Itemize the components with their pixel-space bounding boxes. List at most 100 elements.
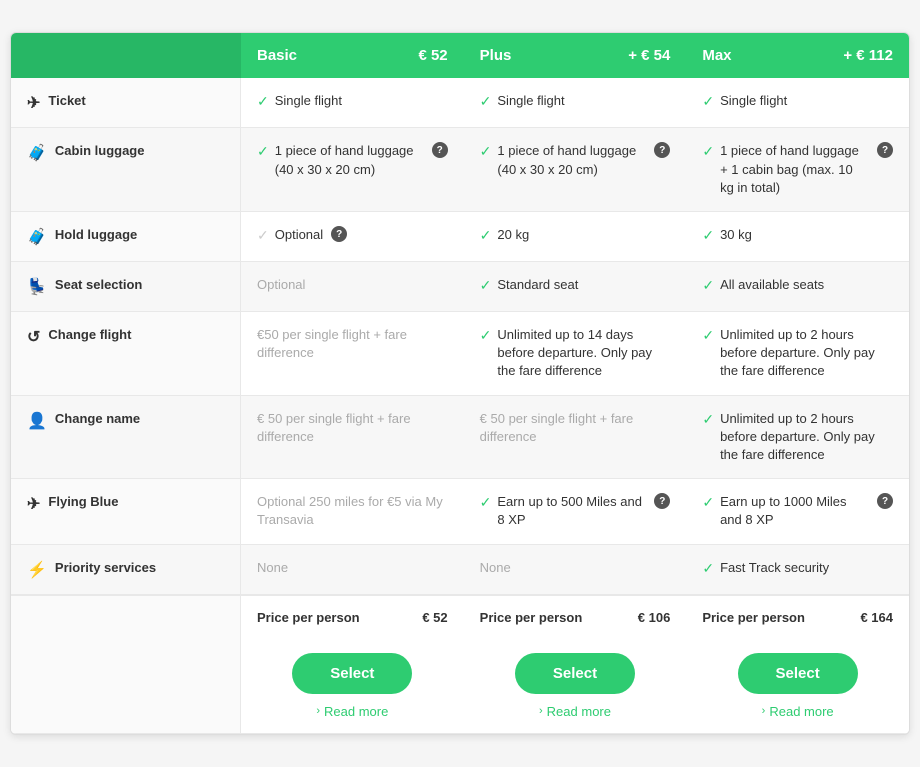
check-icon: ✓ [480, 227, 492, 244]
price-grid: Price per person € 52 Price per person €… [11, 595, 909, 639]
cell-text: Earn up to 1000 Miles and 8 XP [720, 493, 869, 529]
cabin-luggage-max-cell: ✓1 piece of hand luggage + 1 cabin bag (… [686, 128, 909, 212]
cell-text: Optional [275, 226, 323, 244]
muted-text: €50 per single flight + fare difference [257, 326, 448, 362]
check-icon: ✓ [257, 227, 269, 244]
info-icon[interactable]: ? [877, 493, 893, 509]
info-icon[interactable]: ? [654, 493, 670, 509]
cell-text: Earn up to 500 Miles and 8 XP [497, 493, 646, 529]
seat-selection-icon: 💺 [27, 277, 47, 297]
cell-text: Standard seat [497, 276, 578, 294]
feature-label-priority-services: ⚡ Priority services [11, 545, 241, 595]
cell-text: 1 piece of hand luggage (40 x 30 x 20 cm… [497, 142, 646, 178]
none-text: None [480, 559, 511, 577]
basic-label: Basic [257, 47, 297, 64]
check-icon: ✓ [480, 277, 492, 294]
cell-text: Unlimited up to 2 hours before departure… [720, 326, 893, 381]
check-icon: ✓ [702, 327, 714, 344]
price-label-basic: Price per person [257, 610, 360, 625]
check-icon: ✓ [702, 277, 714, 294]
rows-container: ✈Ticket✓Single flight✓Single flight✓Sing… [11, 78, 909, 594]
read-more-basic-link[interactable]: › Read more [316, 704, 388, 719]
change-flight-icon: ↺ [27, 327, 40, 347]
flying-blue-plus-cell: ✓ Earn up to 500 Miles and 8 XP? [464, 479, 687, 544]
button-grid: Select › Read more Select › Read more Se… [11, 639, 909, 734]
check-icon: ✓ [702, 494, 714, 511]
hold-luggage-icon: 🧳 [27, 227, 47, 247]
flying-blue-max-cell: ✓ Earn up to 1000 Miles and 8 XP? [686, 479, 909, 544]
cell-text: Fast Track security [720, 559, 829, 577]
priority-services-max-cell: ✓Fast Track security [686, 545, 909, 595]
feature-label-hold-luggage: 🧳 Hold luggage [11, 212, 241, 262]
info-icon[interactable]: ? [432, 142, 448, 158]
priority-services-basic-cell: None [241, 545, 464, 595]
hold-luggage-plus-cell: ✓20 kg [464, 212, 687, 262]
change-flight-name: Change flight [48, 326, 131, 344]
basic-price: € 52 [418, 47, 447, 64]
cabin-luggage-name: Cabin luggage [55, 142, 145, 160]
header-plus: Plus + € 54 [464, 33, 687, 78]
muted-text: € 50 per single flight + fare difference [480, 410, 671, 446]
read-more-basic-label: Read more [324, 704, 388, 719]
price-amount-plus: € 106 [638, 610, 671, 625]
read-more-max-label: Read more [769, 704, 833, 719]
priority-services-name: Priority services [55, 559, 156, 577]
flying-blue-icon: ✈ [27, 494, 40, 514]
feature-label-change-flight: ↺ Change flight [11, 312, 241, 396]
btn-basic-cell: Select › Read more [241, 639, 464, 734]
muted-text: € 50 per single flight + fare difference [257, 410, 448, 446]
cell-text: Unlimited up to 2 hours before departure… [720, 410, 893, 465]
muted-text: Optional 250 miles for €5 via My Transav… [257, 493, 448, 529]
info-icon[interactable]: ? [877, 142, 893, 158]
table-grid: Basic € 52 Plus + € 54 Max + € 112 [11, 33, 909, 78]
seat-selection-plus-cell: ✓ Standard seat [464, 262, 687, 312]
check-icon: ✓ [480, 143, 492, 160]
cell-text: Single flight [497, 92, 564, 110]
muted-text: Optional [257, 276, 305, 294]
chevron-right-icon-plus: › [539, 705, 543, 717]
max-price: + € 112 [843, 47, 893, 64]
cell-text: 1 piece of hand luggage (40 x 30 x 20 cm… [275, 142, 424, 178]
feature-label-seat-selection: 💺 Seat selection [11, 262, 241, 312]
btn-feature-col [11, 639, 241, 734]
change-name-basic-cell: € 50 per single flight + fare difference [241, 396, 464, 480]
check-icon: ✓ [702, 93, 714, 110]
check-icon: ✓ [702, 411, 714, 428]
info-icon[interactable]: ? [331, 226, 347, 242]
price-feature-col [11, 595, 241, 639]
select-basic-button[interactable]: Select [292, 653, 412, 694]
ticket-basic-cell: ✓Single flight [241, 78, 464, 128]
flying-blue-name: Flying Blue [48, 493, 118, 511]
hold-luggage-max-cell: ✓30 kg [686, 212, 909, 262]
price-basic: Price per person € 52 [241, 595, 464, 639]
change-flight-basic-cell: €50 per single flight + fare difference [241, 312, 464, 396]
btn-plus-cell: Select › Read more [464, 639, 687, 734]
select-max-button[interactable]: Select [738, 653, 858, 694]
check-icon: ✓ [257, 143, 269, 160]
change-flight-max-cell: ✓ Unlimited up to 2 hours before departur… [686, 312, 909, 396]
ticket-plus-cell: ✓Single flight [464, 78, 687, 128]
change-name-name: Change name [55, 410, 140, 428]
priority-services-icon: ⚡ [27, 560, 47, 580]
seat-selection-name: Seat selection [55, 276, 142, 294]
max-label: Max [702, 47, 731, 64]
change-name-max-cell: ✓ Unlimited up to 2 hours before departur… [686, 396, 909, 480]
check-icon: ✓ [480, 494, 492, 511]
change-name-icon: 👤 [27, 411, 47, 431]
price-plus: Price per person € 106 [464, 595, 687, 639]
read-more-plus-label: Read more [547, 704, 611, 719]
hold-luggage-name: Hold luggage [55, 226, 137, 244]
none-text: None [257, 559, 288, 577]
read-more-plus-link[interactable]: › Read more [539, 704, 611, 719]
header-feature-col [11, 33, 241, 78]
select-plus-button[interactable]: Select [515, 653, 635, 694]
read-more-max-link[interactable]: › Read more [762, 704, 834, 719]
ticket-name: Ticket [48, 92, 85, 110]
pricing-table: Basic € 52 Plus + € 54 Max + € 112 ✈ Tick… [10, 32, 910, 734]
price-label-plus: Price per person [480, 610, 583, 625]
ticket-icon: ✈ [27, 93, 40, 113]
check-icon: ✓ [480, 327, 492, 344]
info-icon[interactable]: ? [654, 142, 670, 158]
price-amount-max: € 164 [860, 610, 893, 625]
cabin-luggage-plus-cell: ✓ 1 piece of hand luggage (40 x 30 x 20 c… [464, 128, 687, 212]
